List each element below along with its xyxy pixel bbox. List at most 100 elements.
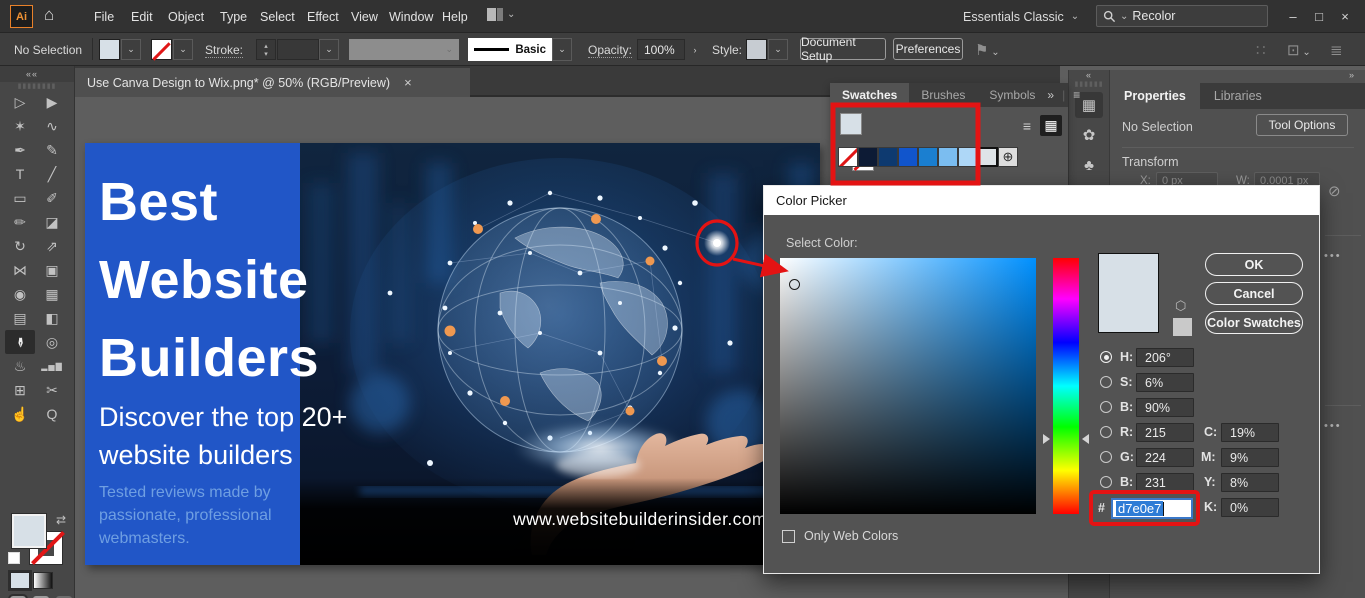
brush-definition-dropdown[interactable]: ⌄	[552, 38, 572, 61]
dock-expand-icon[interactable]: »	[1110, 70, 1365, 83]
k-field[interactable]: 0%	[1221, 498, 1279, 517]
transform-more-options[interactable]: •••	[1324, 250, 1342, 262]
symbol-sprayer-tool[interactable]: ♨	[5, 354, 35, 378]
panel-expand-icon[interactable]: »	[1047, 88, 1054, 102]
workspace-selector[interactable]: Essentials Classic⌄	[963, 0, 1079, 33]
default-fill-stroke-icon[interactable]	[8, 552, 20, 564]
swatch-none[interactable]	[838, 147, 858, 167]
tab-brushes[interactable]: Brushes	[909, 83, 977, 107]
home-icon[interactable]: ⌂	[44, 5, 54, 25]
dock-icon-brushes[interactable]: ✿	[1075, 122, 1103, 148]
rotate-tool[interactable]: ↻	[5, 234, 35, 258]
search-chevron-icon[interactable]: ⌄	[1120, 11, 1128, 22]
swatch-color[interactable]	[938, 147, 958, 167]
b2-radio[interactable]	[1100, 476, 1112, 488]
menu-type[interactable]: Type	[212, 0, 255, 33]
column-graph-tool[interactable]: ▂▅▇	[37, 354, 67, 378]
swatch-color[interactable]	[918, 147, 938, 167]
type-tool[interactable]: T	[5, 162, 35, 186]
out-of-web-gamut-icon[interactable]: ⬡	[1175, 298, 1186, 314]
swatch-color-selected[interactable]	[978, 147, 998, 167]
tab-properties[interactable]: Properties	[1110, 83, 1200, 109]
tool-options-button[interactable]: Tool Options	[1256, 114, 1348, 136]
shape-builder-tool[interactable]: ◉	[5, 282, 35, 306]
lasso-tool[interactable]: ∿	[37, 114, 67, 138]
menu-effect[interactable]: Effect	[299, 0, 347, 33]
swap-fill-stroke-icon[interactable]: ⇄	[56, 513, 66, 527]
direct-selection-tool[interactable]: ▶	[37, 90, 67, 114]
color-swatches-button[interactable]: Color Swatches	[1205, 311, 1303, 334]
perspective-grid-tool[interactable]: ▦	[37, 282, 67, 306]
fill-color-indicator[interactable]	[12, 514, 46, 548]
stroke-weight-stepper[interactable]: ▴▾	[256, 39, 276, 60]
r-radio[interactable]	[1100, 426, 1112, 438]
grid-view-button[interactable]: ▦	[1040, 115, 1062, 136]
blend-tool[interactable]: ◎	[37, 330, 67, 354]
rectangle-tool[interactable]: ▭	[5, 186, 35, 210]
stroke-weight-field[interactable]	[277, 39, 319, 60]
y-field[interactable]: 8%	[1221, 473, 1279, 492]
color-field[interactable]	[780, 258, 1036, 514]
menu-view[interactable]: View	[343, 0, 386, 33]
gradient-tool[interactable]: ◧	[37, 306, 67, 330]
color-field-marker[interactable]	[789, 279, 800, 290]
color-group-icon[interactable]: ⊕	[998, 147, 1018, 167]
hue-slider-left-arrow[interactable]	[1043, 434, 1050, 444]
style-dropdown[interactable]: ⌄	[768, 39, 788, 60]
m-field[interactable]: 9%	[1221, 448, 1279, 467]
b-radio[interactable]	[1100, 401, 1112, 413]
menu-edit[interactable]: Edit	[123, 0, 161, 33]
slice-tool[interactable]: ✂	[37, 378, 67, 402]
g-radio[interactable]	[1100, 451, 1112, 463]
document-tab[interactable]: Use Canva Design to Wix.png* @ 50% (RGB/…	[75, 68, 470, 97]
tab-swatches[interactable]: Swatches	[830, 83, 909, 107]
fill-color-chip[interactable]	[99, 39, 120, 60]
magic-wand-tool[interactable]: ✶	[5, 114, 35, 138]
pen-tool[interactable]: ✒	[5, 138, 35, 162]
swatch-color[interactable]	[898, 147, 918, 167]
opacity-label[interactable]: Opacity:	[588, 43, 632, 58]
minimize-button[interactable]: –	[1280, 0, 1306, 33]
zoom-tool[interactable]: Q	[37, 402, 67, 426]
stroke-color-chip[interactable]	[151, 39, 172, 60]
brush-definition-preview[interactable]: Basic	[468, 38, 552, 61]
color-mode-button[interactable]	[10, 572, 30, 589]
unlink-dimensions-icon[interactable]: ⊘	[1328, 182, 1341, 200]
cancel-button[interactable]: Cancel	[1205, 282, 1303, 305]
hue-slider[interactable]	[1053, 258, 1079, 514]
gradient-mode-button[interactable]	[33, 572, 53, 589]
r-field[interactable]: 215	[1136, 423, 1194, 442]
close-button[interactable]: ×	[1332, 0, 1358, 33]
artwork-image[interactable]: Best Website Builders Discover the top 2…	[85, 143, 820, 565]
ok-button[interactable]: OK	[1205, 253, 1303, 276]
hand-tool[interactable]: ☝	[5, 402, 35, 426]
pencil-tool[interactable]: ✏	[5, 210, 35, 234]
h-field[interactable]: 206°	[1136, 348, 1194, 367]
stroke-weight-label[interactable]: Stroke:	[205, 43, 243, 58]
curvature-tool[interactable]: ✎	[37, 138, 67, 162]
line-segment-tool[interactable]: ╱	[37, 162, 67, 186]
menu-select[interactable]: Select	[252, 0, 303, 33]
search-input[interactable]: ⌄ Recolor	[1096, 5, 1268, 27]
eyedropper-tool[interactable]: ✒	[5, 330, 35, 354]
panel-fill-indicator[interactable]	[840, 113, 862, 135]
tab-libraries[interactable]: Libraries	[1200, 83, 1276, 109]
h-radio[interactable]	[1100, 351, 1112, 363]
scale-tool[interactable]: ⇗	[37, 234, 67, 258]
workspace-switcher-icon[interactable]: ⌄	[487, 8, 515, 21]
selection-tool[interactable]: ▷	[5, 90, 35, 114]
section-more-options[interactable]: •••	[1324, 420, 1342, 432]
collapse-tools-icon[interactable]: ««	[0, 66, 74, 82]
fill-color-dropdown[interactable]: ⌄	[121, 39, 141, 60]
only-web-colors-option[interactable]: Only Web Colors	[782, 529, 898, 543]
maximize-button[interactable]: □	[1306, 0, 1332, 33]
mesh-tool[interactable]: ▤	[5, 306, 35, 330]
document-layout-icon[interactable]: ≣	[1330, 41, 1343, 59]
eraser-tool[interactable]: ◪	[37, 210, 67, 234]
preferences-button[interactable]: Preferences	[893, 38, 963, 60]
b-field[interactable]: 90%	[1136, 398, 1194, 417]
tab-symbols[interactable]: Symbols	[977, 83, 1047, 107]
s-field[interactable]: 6%	[1136, 373, 1194, 392]
menu-file[interactable]: File	[86, 0, 122, 33]
hue-slider-right-arrow[interactable]	[1082, 434, 1089, 444]
